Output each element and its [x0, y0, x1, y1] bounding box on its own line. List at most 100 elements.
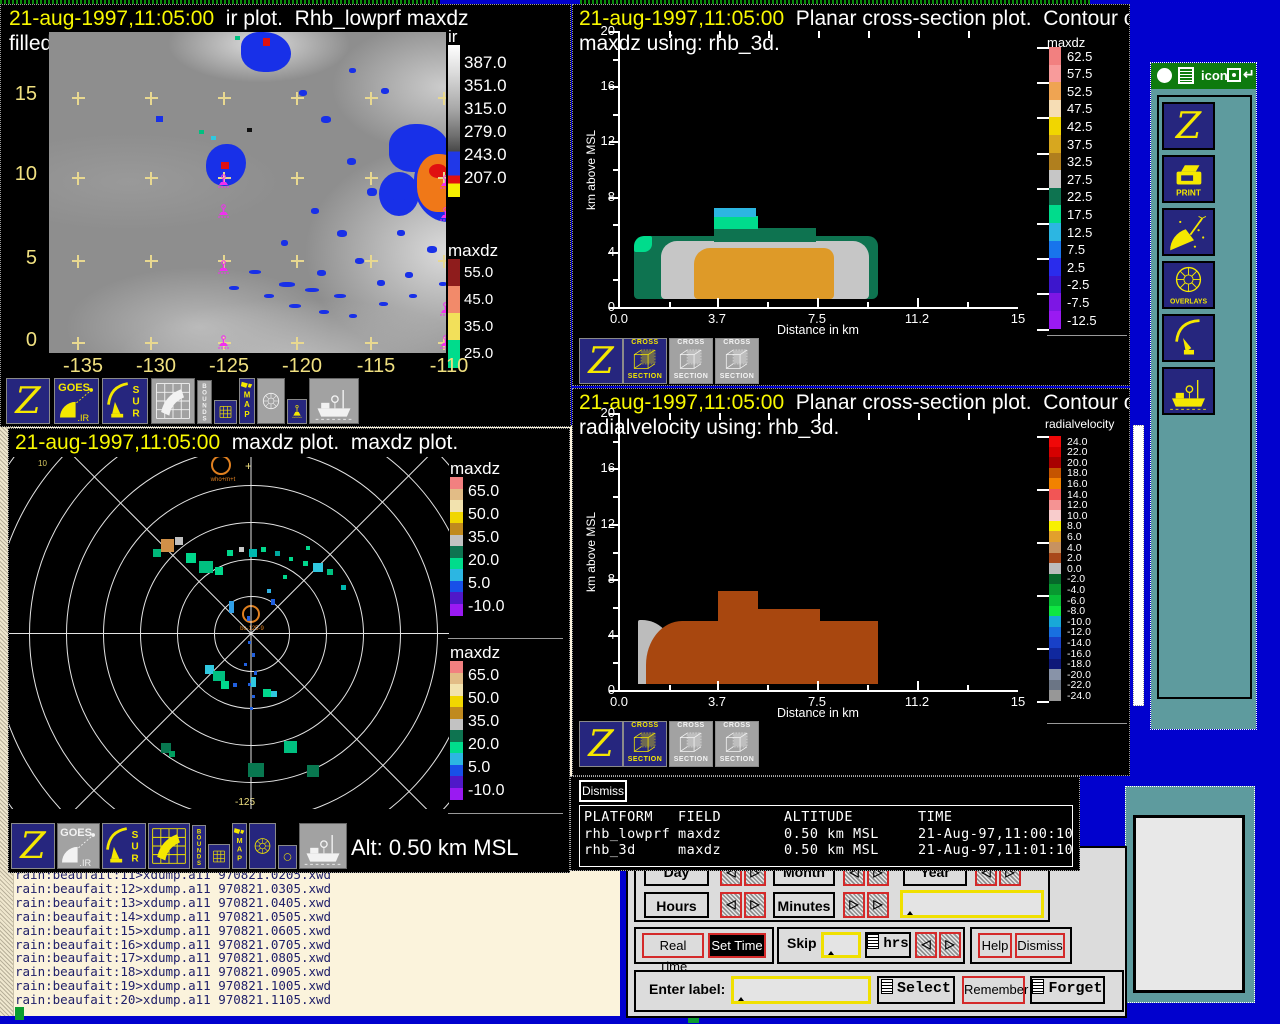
map-button[interactable]: MAP [239, 378, 255, 424]
top-tick [918, 413, 920, 420]
x-tick-label: 11.2 [899, 311, 935, 326]
buoy-button[interactable] [287, 399, 307, 424]
overlay-wheel-button[interactable] [257, 378, 285, 424]
cross-section-button[interactable]: CROSSSECTION [669, 338, 713, 384]
radar-echo [271, 599, 275, 605]
range-circle-button[interactable] [278, 845, 297, 869]
control-dismiss-button[interactable]: Dismiss [1015, 933, 1065, 958]
cross-section-button[interactable]: CROSSSECTION [623, 721, 667, 767]
cross-section-button[interactable]: CROSSSECTION [669, 721, 713, 767]
xsec-radvel-colorbar-segment [1049, 627, 1061, 638]
radar-echo [341, 585, 346, 590]
skip-forward-button[interactable]: ▷ [939, 932, 961, 958]
skip-back-button[interactable]: ◁ [915, 932, 937, 958]
skip-units-button[interactable]: hrs [865, 932, 911, 958]
y-tick-label: 12 [587, 133, 615, 148]
bounds-button[interactable]: BOUNDS [192, 825, 206, 869]
lat-label: 0 [9, 329, 37, 352]
minutes-button[interactable]: Minutes [773, 892, 835, 918]
zeb-logo-button[interactable]: Z [579, 721, 623, 767]
cross-label: CROSS [624, 339, 666, 347]
xsec-maxdz-colorbar-label: -7.5 [1067, 295, 1089, 310]
ir-title-timestamp: 21-aug-1997,11:05:00 [9, 7, 214, 30]
y-axis-tick [613, 662, 619, 664]
satellite-beam-button[interactable] [1162, 208, 1215, 256]
ship-button[interactable] [1162, 367, 1215, 415]
small-grid-icon [215, 401, 236, 423]
overlays-button[interactable]: OVERLAYS [1162, 261, 1215, 309]
cross-section-button[interactable]: CROSSSECTION [715, 338, 759, 384]
select-label: Select [897, 980, 951, 997]
radar-echo [283, 575, 287, 579]
buoy-marker-icon [217, 204, 230, 219]
radar-dish-button[interactable] [1162, 314, 1215, 362]
radar-echo [247, 616, 250, 621]
surveillance-radar-button[interactable]: SUR [102, 378, 148, 424]
xsec-radvel-colorbar-segment [1049, 595, 1061, 606]
print-button[interactable]: PRINT [1162, 155, 1215, 203]
svg-text:P: P [244, 410, 249, 419]
colorbar-tick [1037, 258, 1049, 260]
ir-maxdz-colorbar-segment [448, 259, 460, 287]
separator [448, 813, 563, 814]
window-doc-icon[interactable] [1178, 67, 1194, 84]
xsec-radvel-colorbar-segment [1049, 584, 1061, 595]
skip-field[interactable]: 1 [821, 932, 861, 958]
xsec-maxdz-colorbar-label: 32.5 [1067, 154, 1092, 169]
overlay-wheel-button[interactable] [249, 823, 276, 869]
icon-window-title: icon [1201, 68, 1228, 83]
ppi-colorbar-segment [450, 512, 463, 524]
hours-forward-button[interactable]: ▷ [744, 892, 766, 918]
y-tick-label: 4 [587, 244, 615, 259]
xsec-maxdz-colorbar-label: 52.5 [1067, 84, 1092, 99]
cross-section-button[interactable]: CROSSSECTION [715, 721, 759, 767]
set-time-button[interactable]: Set Time [708, 933, 766, 958]
xsec-maxdz-colorbar-label: -12.5 [1067, 313, 1097, 328]
terminal-cursor [15, 1007, 24, 1020]
ir-maxdz-colorbar-label: 45.0 [464, 291, 493, 308]
map-button[interactable]: MAP [232, 823, 247, 869]
ship-button[interactable] [299, 823, 347, 869]
surveillance-radar-button[interactable]: SUR [102, 823, 146, 869]
icon-window-body: Z PRINT OVERLAYS [1151, 89, 1256, 729]
time-field[interactable]: 21-Aug-97,11:05:00 [900, 890, 1044, 918]
minutes-forward-button[interactable]: ▷ [867, 892, 889, 918]
ppi-radar-display[interactable]: 10 + who+m+t bc-125-9 -125 [9, 457, 449, 809]
help-button[interactable]: Help [978, 933, 1012, 958]
real-time-button[interactable]: Real Time [642, 933, 704, 958]
label-field[interactable]: History Mode [731, 976, 871, 1004]
hours-button[interactable]: Hours [644, 892, 709, 918]
zeb-logo-button[interactable]: Z [1162, 102, 1215, 150]
zeb-logo-button[interactable]: Z [11, 823, 55, 869]
small-grid-button[interactable] [214, 400, 237, 424]
goes-ir-button[interactable]: GOES.IR [54, 378, 99, 424]
xsec-radvel-ylabel: km above MSL [584, 497, 598, 607]
ir-satellite-image[interactable] [49, 32, 446, 353]
bounds-button[interactable]: BOUNDS [197, 380, 212, 424]
xsec-maxdz-colorbar-label: 27.5 [1067, 172, 1092, 187]
radar-grid-button[interactable] [148, 823, 190, 869]
select-button[interactable]: Select [877, 976, 955, 1004]
window-restore-icon[interactable]: ↵ [1243, 66, 1255, 83]
goes-ir-button[interactable]: GOES.IR [57, 823, 100, 869]
zeb-logo-button[interactable]: Z [6, 378, 50, 424]
table-dismiss-button[interactable]: Dismiss [579, 780, 627, 802]
window-dot-button[interactable] [1227, 68, 1241, 82]
radar-grid-button[interactable] [151, 378, 195, 424]
x-axis-tick [867, 302, 869, 307]
window-menu-icon[interactable] [1157, 68, 1172, 83]
zeb-logo-button[interactable]: Z [579, 338, 623, 384]
small-grid-button[interactable] [208, 844, 230, 869]
xsec-radvel-colorbar-segment [1049, 648, 1061, 659]
icon-window-titlebar[interactable]: icon ↵ [1151, 63, 1256, 89]
hours-back-button[interactable]: ◁ [720, 892, 742, 918]
forget-button[interactable]: Forget [1030, 976, 1105, 1004]
ppi-colorbar-label: 20.0 [468, 552, 499, 570]
ship-button[interactable] [309, 378, 359, 424]
cross-section-button[interactable]: CROSSSECTION [623, 338, 667, 384]
ppi-colorbar-label: -10.0 [468, 598, 504, 616]
remember-button[interactable]: Remember [962, 976, 1025, 1004]
ppi-colorbar-segment [450, 776, 463, 788]
radar-echo [267, 589, 271, 593]
minutes-back-button[interactable]: ▷ [843, 892, 865, 918]
